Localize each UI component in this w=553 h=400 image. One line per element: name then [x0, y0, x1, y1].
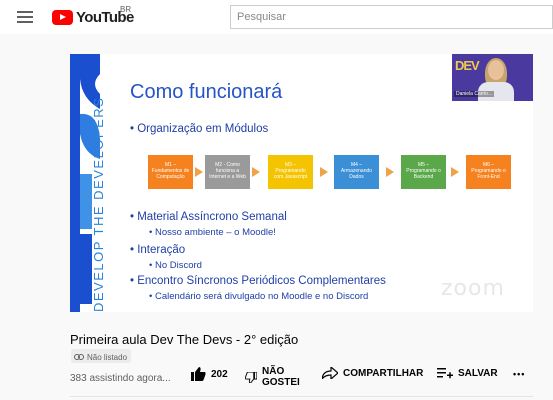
module-box: M5 – Programando o Backend	[401, 155, 446, 189]
more-actions-button[interactable]: •••	[513, 369, 525, 379]
top-bar: YouTube BR Pesquisar	[0, 0, 553, 34]
slide-bullet: • Organização em Módulos	[130, 123, 269, 135]
arrow-right-icon	[451, 167, 459, 177]
slide-title: Como funcionará	[130, 81, 283, 103]
arrow-right-icon	[386, 167, 394, 177]
menu-icon[interactable]	[17, 11, 33, 23]
share-button[interactable]: COMPARTILHAR	[322, 367, 423, 379]
speaker-face	[488, 60, 504, 80]
country-code: BR	[120, 5, 132, 14]
slide-subbullet: • No Discord	[149, 260, 202, 271]
playlist-add-icon	[437, 368, 453, 379]
dislike-label: NÃO GOSTEI	[262, 366, 300, 388]
dislike-button[interactable]: NÃO GOSTEI	[245, 366, 300, 388]
arrow-right-icon	[195, 167, 203, 177]
video-title: Primeira aula Dev The Devs - 2° edição	[70, 332, 299, 347]
arrow-right-icon	[252, 167, 260, 177]
status-badge: Não listado	[71, 349, 132, 363]
module-box: M4 – Armazenando Dados	[334, 155, 379, 189]
share-icon	[322, 367, 338, 379]
view-count: 383 assistindo agora...	[70, 373, 171, 384]
arrow-right-icon	[320, 167, 328, 177]
zoom-watermark: zoom	[441, 276, 505, 301]
play-logo-icon	[52, 9, 73, 25]
slide-side-text: DEVELOP THE DEVELOPERS	[91, 96, 106, 312]
module-box: M1 – Fundamentos de Computação	[148, 155, 193, 189]
status-label: Não listado	[87, 352, 128, 362]
slide-bullet: • Material Assíncrono Semanal	[130, 211, 287, 223]
slide-subbullet: • Nosso ambiente – o Moodle!	[149, 227, 276, 238]
video-player[interactable]: DEVELOP THE DEVELOPERS Como funcionará •…	[70, 54, 533, 312]
more-icon: •••	[513, 369, 526, 379]
slide-subbullet: • Calendário será divulgado no Moodle e …	[149, 291, 369, 302]
slide-bullet: • Interação	[130, 244, 186, 256]
webcam-name: Daniela Carrio...	[454, 91, 495, 97]
link-icon	[74, 354, 84, 360]
divider	[70, 396, 533, 397]
thumbs-up-icon	[191, 367, 206, 381]
webcam-background-logo: DEV	[455, 58, 480, 73]
like-count: 202	[211, 368, 228, 380]
dislike-label-line1: NÃO	[262, 366, 285, 377]
save-label: SALVAR	[458, 367, 498, 379]
slide-side-banner: DEVELOP THE DEVELOPERS	[70, 54, 113, 312]
share-label: COMPARTILHAR	[343, 367, 424, 379]
save-button[interactable]: SALVAR	[437, 367, 498, 379]
thumbs-down-icon	[245, 372, 257, 383]
dislike-label-line2: GOSTEI	[262, 377, 300, 388]
module-box: M6 – Programando o Front-End	[466, 155, 511, 189]
like-button[interactable]: 202	[191, 367, 228, 381]
webcam-thumbnail: DEV Daniela Carrio...	[452, 54, 533, 101]
module-box: M2 - Como funciona a Internet e a Web	[205, 155, 250, 189]
slide-bullet: • Encontro Síncronos Periódicos Compleme…	[130, 275, 386, 287]
search-input[interactable]: Pesquisar	[230, 5, 553, 29]
module-box: M3 – Programando com Javascript	[268, 155, 313, 189]
